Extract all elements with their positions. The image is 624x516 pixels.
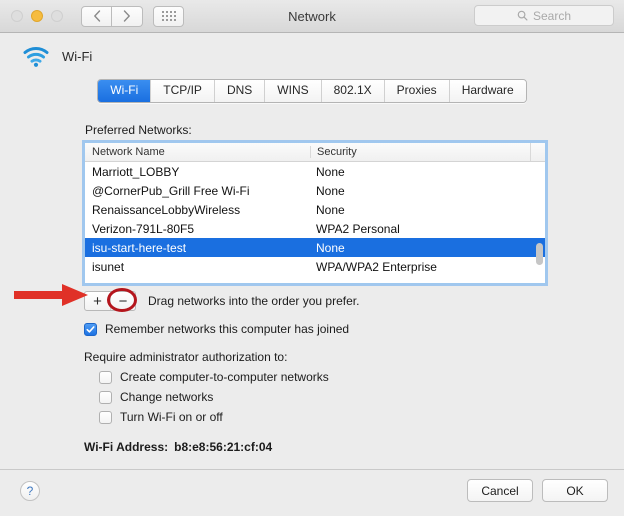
- list-scrollbar-thumb[interactable]: [536, 243, 543, 265]
- network-security: WPA2 Personal: [316, 221, 400, 236]
- column-header-spacer: [530, 143, 545, 161]
- network-security: None: [316, 202, 345, 217]
- network-preferences-window: Network Search Wi-Fi Wi-Fi TCP/IP DNS WI…: [0, 0, 624, 516]
- network-name: isunet: [92, 259, 125, 274]
- admin-option-label: Change networks: [120, 390, 214, 404]
- add-network-button[interactable]: +: [85, 292, 110, 310]
- search-input[interactable]: Search: [533, 9, 571, 23]
- admin-option-row[interactable]: Change networks: [99, 390, 624, 404]
- network-name: isu-start-here-test: [92, 240, 187, 255]
- service-name: Wi-Fi: [62, 48, 93, 64]
- network-name: RenaissanceLobbyWireless: [92, 202, 241, 217]
- ok-button[interactable]: OK: [542, 479, 608, 502]
- tab-bar: Wi-Fi TCP/IP DNS WINS 802.1X Proxies Har…: [0, 79, 624, 103]
- table-row-selected[interactable]: isu-start-here-test None: [85, 238, 545, 257]
- cancel-button[interactable]: Cancel: [467, 479, 533, 502]
- show-all-button[interactable]: [153, 5, 184, 27]
- remember-networks-row[interactable]: Remember networks this computer has join…: [84, 322, 624, 336]
- tab-dns[interactable]: DNS: [213, 80, 265, 102]
- minimize-window-button[interactable]: [31, 10, 43, 22]
- tab-wins[interactable]: WINS: [264, 80, 321, 102]
- search-icon: [517, 10, 528, 21]
- wifi-address-label: Wi-Fi Address:: [84, 440, 169, 454]
- table-row[interactable]: Marriott_LOBBY None: [85, 162, 545, 181]
- admin-option-row[interactable]: Create computer-to-computer networks: [99, 370, 624, 384]
- wifi-address-value: b8:e8:56:21:cf:04: [174, 440, 273, 454]
- network-security: None: [316, 164, 345, 179]
- preferences-content: Wi-Fi Wi-Fi TCP/IP DNS WINS 802.1X Proxi…: [0, 33, 624, 516]
- table-row[interactable]: RenaissanceLobbyWireless None: [85, 200, 545, 219]
- table-row[interactable]: isunet WPA/WPA2 Enterprise: [85, 257, 545, 276]
- dialog-footer: ? Cancel OK: [0, 469, 624, 516]
- forward-button[interactable]: [112, 5, 143, 27]
- annotation-arrow: [14, 284, 88, 306]
- remove-network-button[interactable]: −: [110, 292, 135, 310]
- chevron-left-icon: [93, 10, 100, 22]
- traffic-lights: [11, 10, 63, 22]
- create-computer-networks-checkbox[interactable]: [99, 370, 112, 384]
- admin-option-label: Create computer-to-computer networks: [120, 370, 329, 384]
- preferred-networks-label: Preferred Networks:: [85, 123, 192, 137]
- list-header: Network Name Security: [85, 143, 545, 162]
- help-button[interactable]: ?: [20, 481, 40, 501]
- list-controls: + − Drag networks into the order you pre…: [84, 288, 624, 312]
- column-header-network-name[interactable]: Network Name: [85, 146, 310, 158]
- table-row[interactable]: @CornerPub_Grill Free Wi-Fi None: [85, 181, 545, 200]
- change-networks-checkbox[interactable]: [99, 390, 112, 404]
- network-security: None: [316, 240, 345, 255]
- wifi-address-row: Wi-Fi Address: b8:e8:56:21:cf:04: [84, 440, 624, 454]
- remember-networks-label: Remember networks this computer has join…: [105, 322, 350, 336]
- tab-hardware[interactable]: Hardware: [448, 80, 526, 102]
- network-security: WPA/WPA2 Enterprise: [316, 259, 437, 274]
- table-row[interactable]: Verizon-791L-80F5 WPA2 Personal: [85, 219, 545, 238]
- wifi-icon: [23, 46, 49, 67]
- network-name: Marriott_LOBBY: [92, 164, 180, 179]
- service-header: Wi-Fi: [0, 33, 624, 67]
- remember-networks-checkbox[interactable]: [84, 322, 97, 336]
- admin-section-label: Require administrator authorization to:: [84, 350, 288, 364]
- tab-8021x[interactable]: 802.1X: [320, 80, 384, 102]
- window-titlebar: Network Search: [0, 0, 624, 33]
- checkmark-icon: [86, 325, 95, 333]
- tab-tcpip[interactable]: TCP/IP: [150, 80, 214, 102]
- admin-option-row[interactable]: Turn Wi-Fi on or off: [99, 410, 624, 424]
- admin-option-label: Turn Wi-Fi on or off: [120, 410, 223, 424]
- search-field[interactable]: Search: [474, 5, 614, 26]
- network-name: Verizon-791L-80F5: [92, 221, 195, 236]
- close-window-button[interactable]: [11, 10, 23, 22]
- chevron-right-icon: [123, 10, 130, 22]
- navigation-buttons: [81, 5, 143, 27]
- network-name: @CornerPub_Grill Free Wi-Fi: [92, 183, 250, 198]
- preferred-networks-list[interactable]: Network Name Security Marriott_LOBBY Non…: [84, 142, 546, 284]
- network-security: None: [316, 183, 345, 198]
- tab-wifi[interactable]: Wi-Fi: [98, 80, 151, 102]
- drag-hint-text: Drag networks into the order you prefer.: [148, 294, 360, 308]
- show-all-icon: [161, 11, 176, 21]
- column-header-security[interactable]: Security: [310, 146, 530, 158]
- tab-proxies[interactable]: Proxies: [383, 80, 449, 102]
- turn-wifi-on-off-checkbox[interactable]: [99, 410, 112, 424]
- zoom-window-button[interactable]: [51, 10, 63, 22]
- back-button[interactable]: [81, 5, 112, 27]
